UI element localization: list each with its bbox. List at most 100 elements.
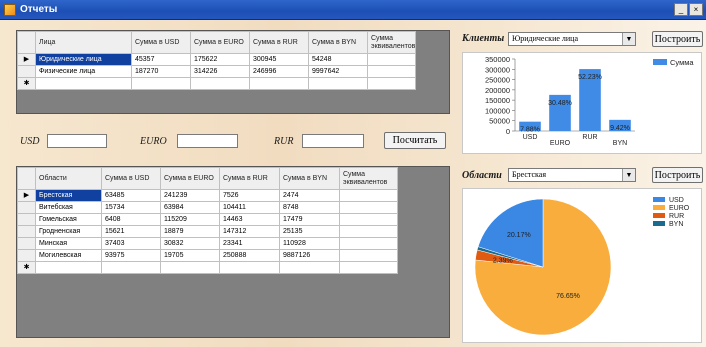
table-row[interactable]: Гомельская 6408 115209 14463 17479	[17, 213, 398, 226]
table-cell[interactable]: Брестская	[35, 189, 102, 202]
table-row[interactable]: ▶ Юридические лица 45357 175622 300945 5…	[17, 53, 416, 66]
column-header[interactable]: Сумма в EURO	[190, 31, 250, 54]
table-cell[interactable]: 15621	[101, 225, 161, 238]
table-cell[interactable]: 63485	[101, 189, 161, 202]
table-cell[interactable]	[339, 213, 398, 226]
table-cell[interactable]: 175622	[190, 53, 250, 66]
table-cell[interactable]	[339, 225, 398, 238]
usd-input[interactable]	[47, 134, 107, 148]
row-selector[interactable]	[17, 237, 36, 250]
table-cell[interactable]	[131, 77, 191, 90]
table-cell[interactable]	[308, 77, 368, 90]
table-cell[interactable]: 14463	[219, 213, 280, 226]
table-row[interactable]: ▶ Брестская 63485 241239 7526 2474	[17, 189, 398, 202]
table-row[interactable]: Витебская 15734 63984 104411 8748	[17, 201, 398, 214]
table-cell[interactable]	[367, 53, 416, 66]
table-cell[interactable]: 25135	[279, 225, 340, 238]
regions-select[interactable]: Брестская ▼	[508, 168, 636, 182]
chevron-down-icon[interactable]: ▼	[622, 33, 635, 45]
table-cell[interactable]: 246996	[249, 65, 309, 78]
clients-select[interactable]: Юридические лица ▼	[508, 32, 636, 46]
table-cell[interactable]	[190, 77, 250, 90]
table-cell[interactable]	[339, 189, 398, 202]
table-cell[interactable]	[339, 249, 398, 262]
table-cell[interactable]: 314226	[190, 65, 250, 78]
table-cell[interactable]: 300945	[249, 53, 309, 66]
column-header[interactable]: Сумма в USD	[131, 31, 191, 54]
table-cell[interactable]: Юридические лица	[35, 53, 132, 66]
new-row[interactable]: ✱	[17, 261, 398, 274]
table-cell[interactable]: 19705	[160, 249, 220, 262]
column-header[interactable]: Лица	[35, 31, 132, 54]
table-cell[interactable]	[219, 261, 280, 274]
table-cell[interactable]	[101, 261, 161, 274]
table-cell[interactable]: 2474	[279, 189, 340, 202]
table-cell[interactable]: Могилевская	[35, 249, 102, 262]
table-cell[interactable]: Минская	[35, 237, 102, 250]
table-cell[interactable]	[339, 237, 398, 250]
table-cell[interactable]: 54248	[308, 53, 368, 66]
row-selector[interactable]	[17, 249, 36, 262]
table-cell[interactable]	[339, 201, 398, 214]
build-regions-button[interactable]: Построить	[652, 167, 703, 183]
column-header[interactable]: Сумма эквивалентов	[339, 167, 398, 190]
table-cell[interactable]: 115209	[160, 213, 220, 226]
table-cell[interactable]: 30832	[160, 237, 220, 250]
table-cell[interactable]: Витебская	[35, 201, 102, 214]
column-header[interactable]: Сумма в RUR	[219, 167, 280, 190]
table-cell[interactable]	[279, 261, 340, 274]
table-cell[interactable]: 15734	[101, 201, 161, 214]
table-row[interactable]: Гродненская 15621 18879 147312 25135	[17, 225, 398, 238]
table-cell[interactable]: 147312	[219, 225, 280, 238]
table-cell[interactable]	[249, 77, 309, 90]
new-row-marker[interactable]: ✱	[17, 261, 36, 274]
table-cell[interactable]: 241239	[160, 189, 220, 202]
table-cell[interactable]: 110928	[279, 237, 340, 250]
table-cell[interactable]: Гродненская	[35, 225, 102, 238]
row-selector[interactable]	[17, 213, 36, 226]
calculate-button[interactable]: Посчитать	[384, 132, 446, 149]
table-cell[interactable]	[160, 261, 220, 274]
table-cell[interactable]: 18879	[160, 225, 220, 238]
minimize-button[interactable]: _	[674, 3, 688, 16]
table-cell[interactable]: 250888	[219, 249, 280, 262]
row-selector[interactable]	[17, 65, 36, 78]
table-cell[interactable]: 17479	[279, 213, 340, 226]
table-cell[interactable]: 45357	[131, 53, 191, 66]
table-cell[interactable]	[367, 77, 416, 90]
table-cell[interactable]: 93975	[101, 249, 161, 262]
table-row[interactable]: Физические лица 187270 314226 246996 999…	[17, 65, 416, 78]
column-header[interactable]: Сумма в USD	[101, 167, 161, 190]
table-cell[interactable]: 9887126	[279, 249, 340, 262]
table-cell[interactable]: 104411	[219, 201, 280, 214]
regions-grid[interactable]: Области Сумма в USD Сумма в EURO Сумма в…	[16, 166, 450, 338]
table-cell[interactable]: 63984	[160, 201, 220, 214]
table-cell[interactable]	[339, 261, 398, 274]
chevron-down-icon[interactable]: ▼	[622, 169, 635, 181]
row-selector[interactable]: ▶	[17, 53, 36, 66]
table-cell[interactable]: 8748	[279, 201, 340, 214]
row-selector[interactable]	[17, 201, 36, 214]
column-header[interactable]: Сумма эквивалентов	[367, 31, 416, 54]
table-row[interactable]: Минская 37403 30832 23341 110928	[17, 237, 398, 250]
table-cell[interactable]: 6408	[101, 213, 161, 226]
column-header[interactable]: Сумма в EURO	[160, 167, 220, 190]
table-cell[interactable]: 7526	[219, 189, 280, 202]
table-cell[interactable]	[35, 261, 102, 274]
new-row-marker[interactable]: ✱	[17, 77, 36, 90]
rur-input[interactable]	[302, 134, 364, 148]
table-cell[interactable]: 37403	[101, 237, 161, 250]
row-selector[interactable]: ▶	[17, 189, 36, 202]
table-cell[interactable]: 187270	[131, 65, 191, 78]
column-header[interactable]: Сумма в BYN	[279, 167, 340, 190]
row-selector[interactable]	[17, 225, 36, 238]
new-row[interactable]: ✱	[17, 77, 416, 90]
euro-input[interactable]	[177, 134, 238, 148]
table-cell[interactable]	[35, 77, 132, 90]
table-cell[interactable]: 9997642	[308, 65, 368, 78]
build-clients-button[interactable]: Построить	[652, 31, 703, 47]
column-header[interactable]: Сумма в BYN	[308, 31, 368, 54]
table-cell[interactable]: Гомельская	[35, 213, 102, 226]
clients-grid[interactable]: Лица Сумма в USD Сумма в EURO Сумма в RU…	[16, 30, 450, 114]
column-header[interactable]: Сумма в RUR	[249, 31, 309, 54]
